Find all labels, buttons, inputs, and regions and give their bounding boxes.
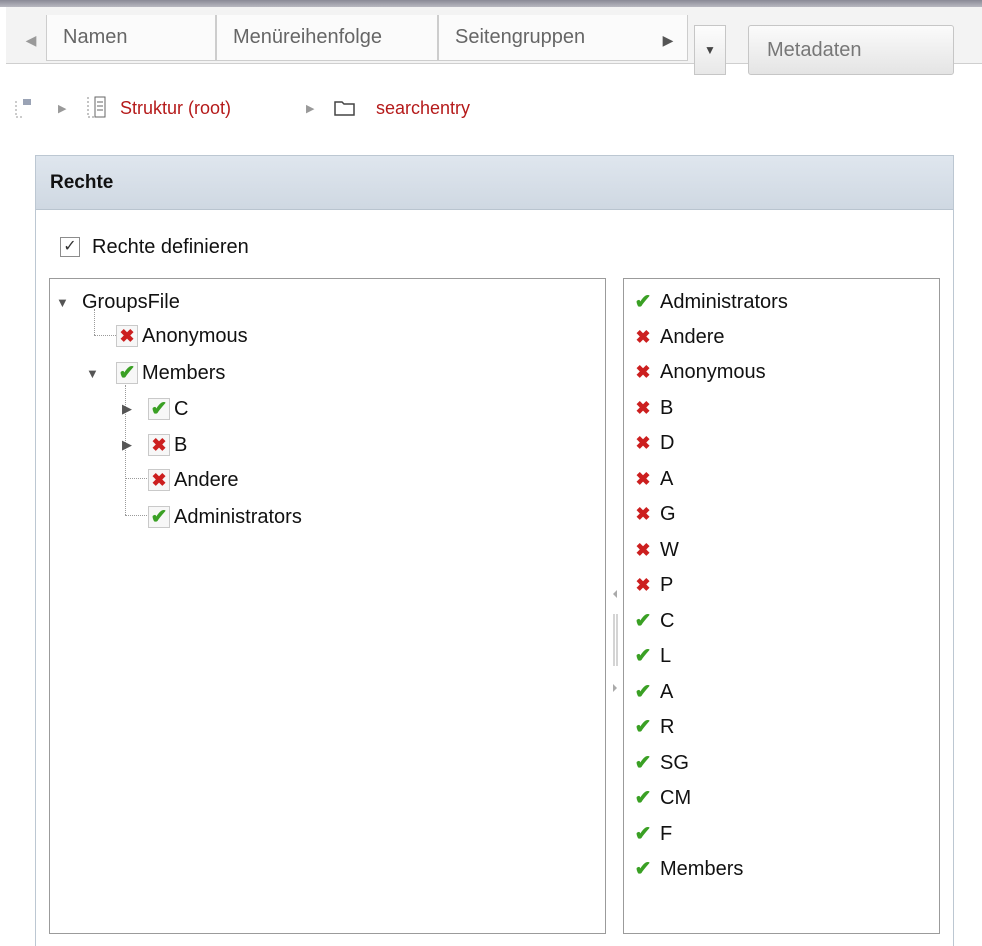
window-top-border [0, 0, 982, 7]
collapse-arrow-icon[interactable]: ▼ [86, 366, 102, 381]
allowed-icon[interactable]: ✔ [148, 398, 170, 420]
tree-connector [94, 335, 116, 336]
list-item[interactable]: ✔ CM [630, 783, 692, 813]
allowed-icon: ✔ [634, 716, 652, 738]
folder-icon [333, 88, 357, 128]
define-rights-checkbox[interactable]: ✓ [60, 237, 80, 257]
allowed-icon: ✔ [634, 752, 652, 774]
list-item[interactable]: ✖ D [630, 428, 674, 458]
splitter-handle[interactable] [611, 586, 621, 696]
allowed-icon: ✔ [634, 610, 652, 632]
tab-scroll-right-button[interactable]: ▶ [653, 24, 683, 56]
list-item[interactable]: ✖ B [630, 393, 673, 423]
tree-node[interactable]: ✔ Administrators [148, 502, 302, 532]
denied-icon: ✖ [635, 362, 651, 382]
allowed-icon[interactable]: ✔ [116, 362, 138, 384]
list-item[interactable]: ✔ F [630, 819, 673, 849]
define-rights-label: Rechte definieren [92, 235, 249, 258]
tab-menuereihenfolge[interactable]: Menüreihenfolge [216, 15, 438, 61]
breadcrumb-separator-icon: ▶ [306, 102, 315, 115]
list-item[interactable]: ✖ A [630, 464, 673, 494]
structure-icon [86, 88, 110, 128]
breadcrumb-separator-icon: ▶ [58, 102, 67, 115]
denied-icon: ✖ [635, 327, 651, 347]
tab-overflow-dropdown[interactable]: ▼ [694, 25, 726, 75]
list-item[interactable]: ✖ P [630, 570, 673, 600]
list-item[interactable]: ✖ G [630, 499, 675, 529]
tree-node-label: GroupsFile [82, 290, 180, 313]
metadata-button[interactable]: Metadaten [748, 25, 954, 75]
tree-node-label: Andere [174, 468, 239, 491]
rights-panel: Rechte ✓ Rechte definieren ▼ GroupsFile … [35, 155, 954, 946]
tree-node-label: C [174, 397, 189, 420]
denied-icon: ✖ [635, 540, 651, 560]
expand-arrow-icon[interactable]: ▶ [122, 401, 138, 417]
list-item[interactable]: ✔ R [630, 712, 675, 742]
list-item[interactable]: ✔ SG [630, 748, 689, 778]
denied-icon: ✖ [635, 575, 651, 595]
group-tree[interactable]: ▼ GroupsFile ✖ Anonymous ▼ ✔ Members ▶ ✔… [49, 278, 606, 934]
tab-scroll-left-button[interactable]: ◀ [12, 21, 50, 59]
tree-node[interactable]: ▼ ✔ Members [86, 358, 225, 388]
list-item[interactable]: ✖ Andere [630, 322, 724, 352]
tree-node-label: B [174, 433, 188, 456]
denied-icon: ✖ [635, 433, 651, 453]
denied-icon[interactable]: ✖ [148, 469, 170, 491]
denied-icon[interactable]: ✖ [148, 434, 170, 456]
tree-node[interactable]: ✖ Andere [148, 465, 239, 495]
tree-node-label: Anonymous [142, 324, 248, 347]
expand-arrow-icon[interactable]: ▶ [122, 437, 138, 453]
tab-namen[interactable]: Namen [46, 15, 216, 61]
allowed-icon: ✔ [634, 787, 652, 809]
list-item[interactable]: ✔ L [630, 641, 672, 671]
list-item[interactable]: ✔ A [630, 677, 674, 707]
allowed-icon: ✔ [634, 858, 652, 880]
allowed-icon: ✔ [634, 681, 652, 703]
list-item[interactable]: ✖ Anonymous [630, 357, 765, 387]
list-item[interactable]: ✔ C [630, 606, 675, 636]
breadcrumb-root-link[interactable]: Struktur (root) [120, 88, 231, 128]
denied-icon[interactable]: ✖ [116, 325, 138, 347]
breadcrumb: ▶ Struktur (root) ▶ searchentry [14, 88, 714, 128]
tab-seitengruppen[interactable]: Seitengruppen [438, 15, 688, 61]
collapse-arrow-icon[interactable]: ▼ [56, 295, 72, 310]
tree-node[interactable]: ✖ Anonymous [116, 321, 248, 351]
breadcrumb-home-icon[interactable] [14, 88, 36, 128]
tree-node[interactable]: ▶ ✖ B [122, 430, 187, 460]
denied-icon: ✖ [635, 398, 651, 418]
list-item[interactable]: ✔ Administrators [630, 287, 788, 317]
tree-node-root[interactable]: ▼ GroupsFile [56, 287, 180, 317]
tab-bar: ◀ Namen Menüreihenfolge Seitengruppen ▶ … [6, 7, 982, 75]
rights-list[interactable]: ✔ Administrators ✖ Andere ✖ Anonymous ✖ B ✖ D… [623, 278, 940, 934]
tree-node-label: Members [142, 361, 226, 384]
tree-connector [125, 515, 149, 516]
list-item[interactable]: ✔ Members [630, 854, 744, 884]
denied-icon: ✖ [635, 504, 651, 524]
tree-node[interactable]: ▶ ✔ C [122, 394, 188, 424]
breadcrumb-current-link[interactable]: searchentry [376, 88, 470, 128]
tree-node-label: Administrators [174, 505, 302, 528]
tree-connector [125, 478, 149, 479]
allowed-icon[interactable]: ✔ [148, 506, 170, 528]
list-item[interactable]: ✖ W [630, 535, 678, 565]
denied-icon: ✖ [635, 469, 651, 489]
define-rights-row: ✓ Rechte definieren [60, 234, 249, 260]
panel-title: Rechte [36, 156, 953, 210]
allowed-icon: ✔ [634, 823, 652, 845]
allowed-icon: ✔ [634, 291, 652, 313]
allowed-icon: ✔ [634, 645, 652, 667]
